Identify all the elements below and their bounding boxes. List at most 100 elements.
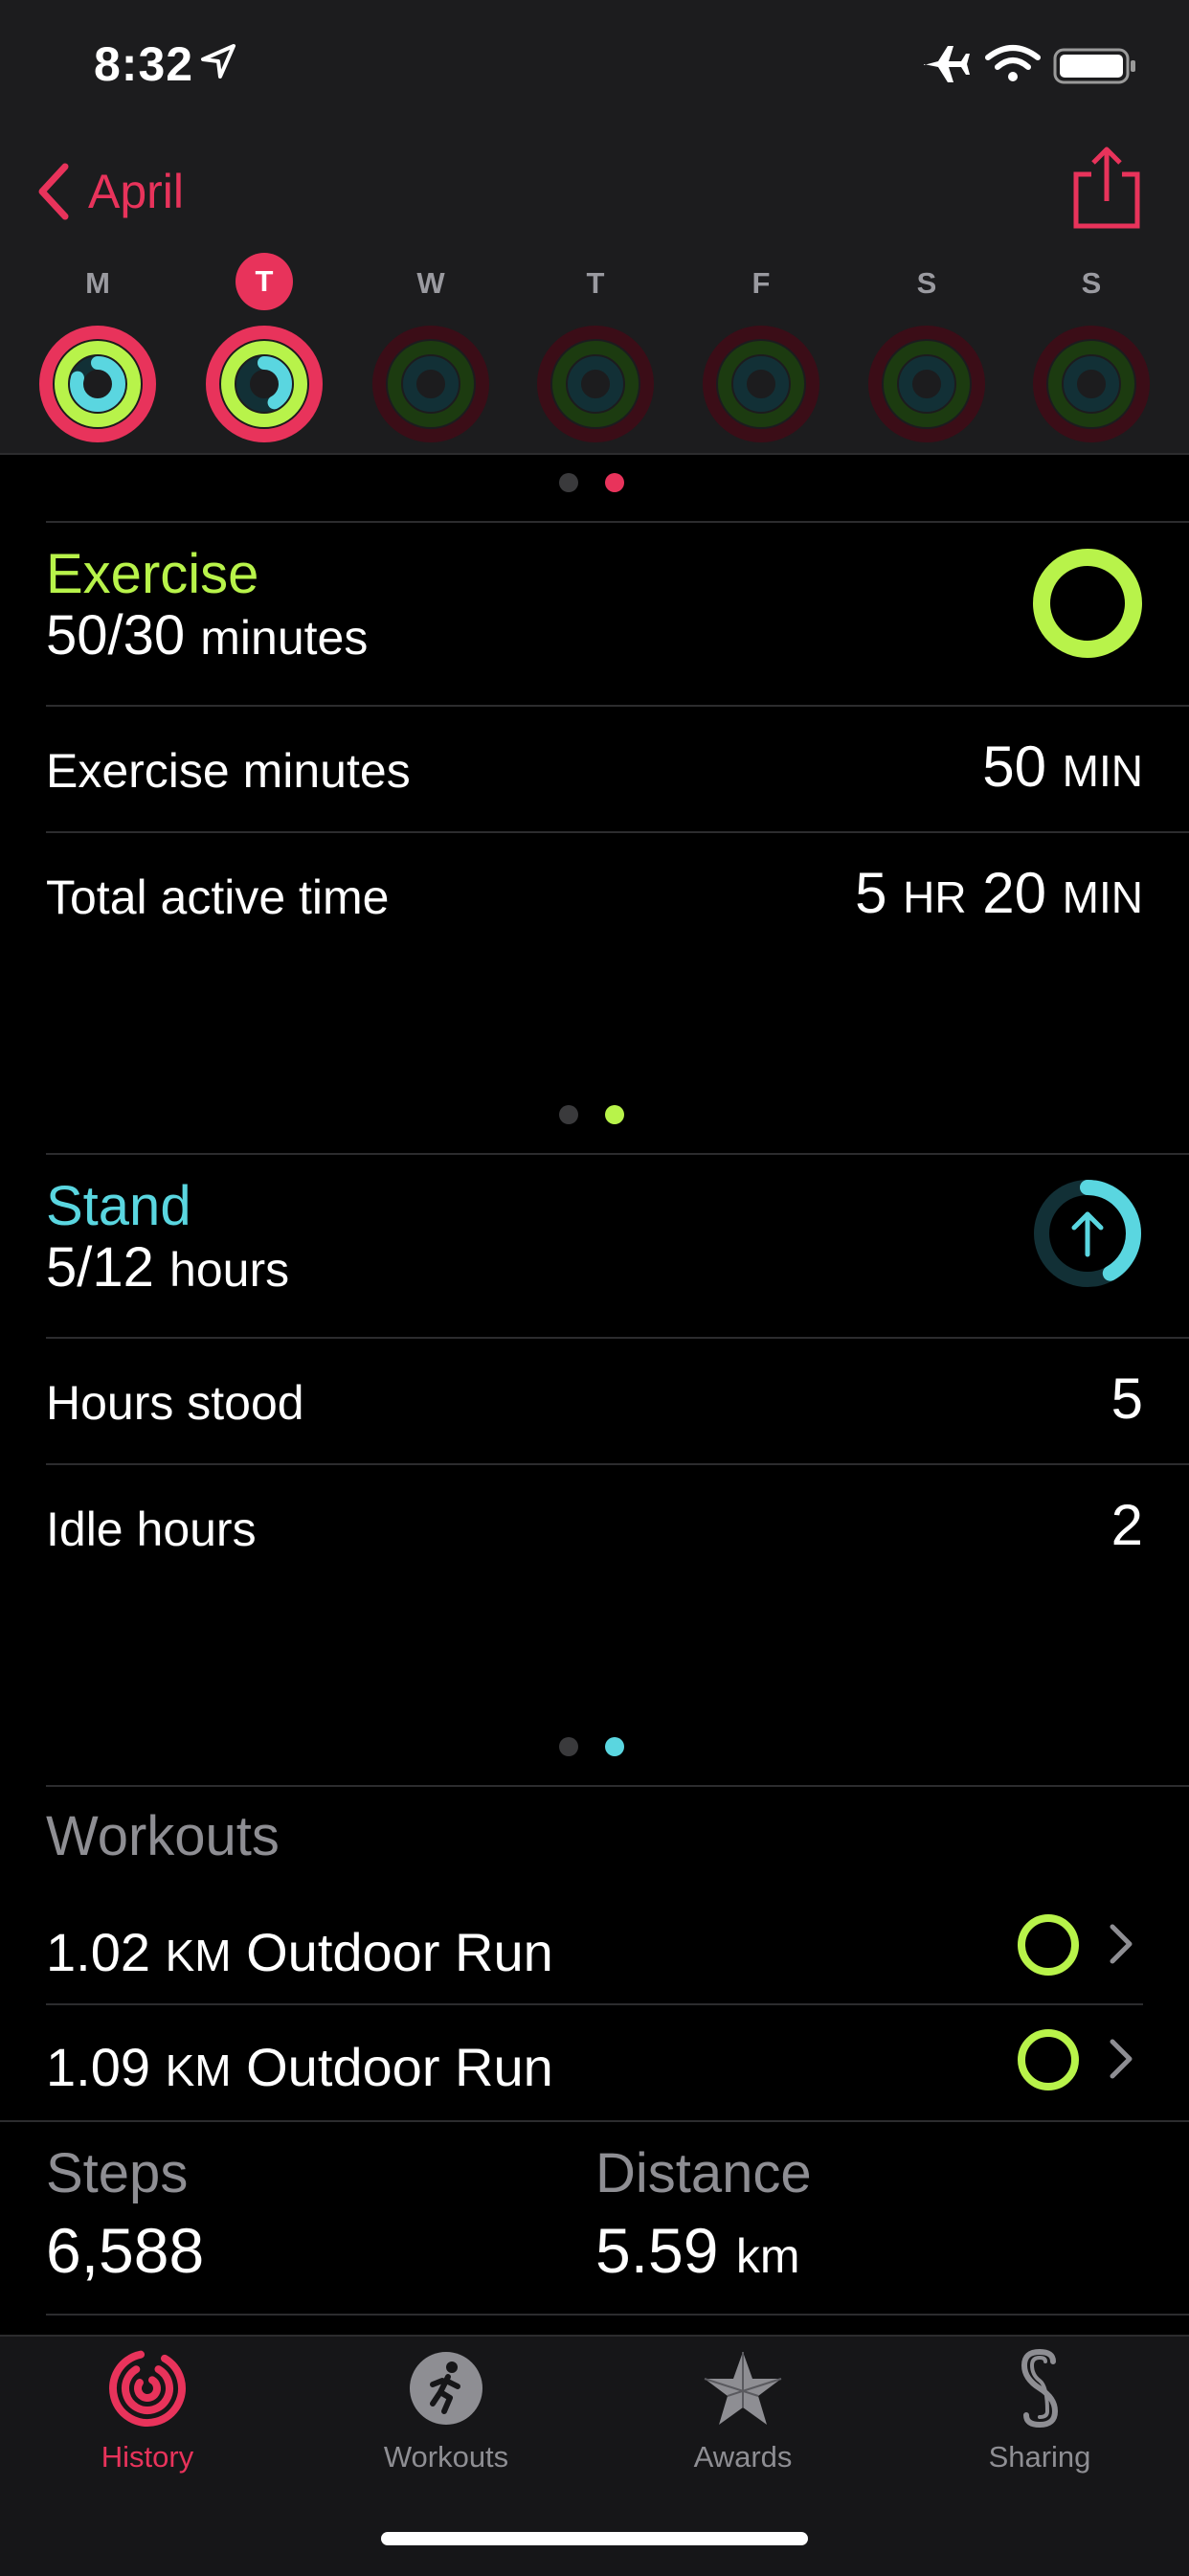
exercise-progress-value: 50/30 — [46, 604, 186, 667]
workout-row[interactable]: 1.09 KM Outdoor Run — [0, 2007, 1189, 2118]
hours-stood-label: Hours stood — [46, 1376, 304, 1430]
exercise-minutes-unit: MIN — [1062, 746, 1143, 796]
tab-workouts-label: Workouts — [383, 2440, 509, 2474]
active-minutes-number: 20 — [982, 861, 1046, 925]
stand-title: Stand — [46, 1175, 191, 1237]
runner-icon — [410, 2352, 482, 2425]
divider — [0, 2120, 1189, 2122]
exercise-minutes-value: 50 MIN — [982, 734, 1143, 800]
battery-icon — [1053, 48, 1135, 84]
chevron-left-icon — [38, 163, 69, 220]
tab-awards[interactable]: Awards — [628, 2348, 858, 2474]
workout-row[interactable]: 1.02 KM Outdoor Run — [0, 1888, 1189, 2000]
idle-hours-label: Idle hours — [46, 1503, 257, 1556]
status-icons — [924, 45, 1135, 84]
stand-pager[interactable] — [559, 1737, 624, 1756]
tab-sharing[interactable]: Sharing — [925, 2348, 1155, 2474]
idle-hours-value: 2 — [1110, 1493, 1143, 1557]
exercise-minutes-number: 50 — [982, 734, 1046, 799]
active-minutes-unit: MIN — [1062, 872, 1143, 922]
airplane-icon — [924, 46, 970, 82]
pager-dot — [559, 1105, 578, 1124]
chevron-right-icon — [1110, 1924, 1133, 1964]
tab-awards-label: Awards — [693, 2440, 793, 2474]
day-ring-saturday[interactable] — [867, 325, 986, 443]
day-label[interactable]: F — [718, 266, 804, 301]
day-ring-friday[interactable] — [702, 325, 820, 443]
star-award-icon — [704, 2352, 782, 2425]
stand-progress: 5/12 hours — [46, 1235, 289, 1299]
location-arrow-icon — [201, 44, 236, 79]
pager-dot — [559, 473, 578, 492]
distance-value: 5.59 km — [595, 2214, 799, 2287]
day-label[interactable]: T — [236, 253, 293, 310]
stand-ring-icon — [1034, 1180, 1141, 1287]
day-label[interactable]: W — [388, 266, 474, 301]
pager-dot-active — [605, 473, 624, 492]
workouts-title: Workouts — [46, 1805, 280, 1867]
divider — [46, 831, 1189, 833]
exercise-progress-unit: minutes — [200, 611, 369, 665]
divider — [46, 1463, 1189, 1465]
workout-name: Outdoor Run — [246, 1922, 553, 1982]
day-ring-sunday[interactable] — [1032, 325, 1151, 443]
exercise-pager[interactable] — [559, 1105, 624, 1124]
steps-value: 6,588 — [46, 2215, 205, 2286]
tab-history[interactable]: History — [33, 2348, 262, 2474]
stand-progress-unit: hours — [169, 1243, 290, 1297]
active-hours-number: 5 — [855, 861, 887, 925]
sharing-icon — [1021, 2348, 1059, 2429]
share-icon[interactable] — [1070, 146, 1143, 230]
hours-stood-value: 5 — [1110, 1367, 1143, 1431]
pager-dot-active — [605, 1737, 624, 1756]
workout-distance: 1.02 — [46, 1922, 150, 1982]
pager-dot — [559, 1737, 578, 1756]
stand-progress-value: 5/12 — [46, 1236, 154, 1299]
tab-history-label: History — [101, 2440, 194, 2474]
workout-name: Outdoor Run — [246, 2037, 553, 2097]
total-active-time-label: Total active time — [46, 870, 390, 924]
chevron-right-icon — [1110, 2039, 1133, 2079]
distance-number: 5.59 — [595, 2215, 719, 2286]
day-ring-thursday[interactable] — [536, 325, 655, 443]
divider — [46, 2003, 1143, 2005]
workout-label: 1.02 KM Outdoor Run — [46, 1921, 553, 1983]
divider — [46, 1153, 1189, 1155]
tab-sharing-label: Sharing — [988, 2440, 1091, 2474]
workout-unit: KM — [165, 1931, 232, 1980]
day-label[interactable]: S — [1048, 266, 1134, 301]
day-label[interactable]: T — [552, 266, 639, 301]
workout-label: 1.09 KM Outdoor Run — [46, 2036, 553, 2098]
pager-dot-active — [605, 1105, 624, 1124]
workout-distance: 1.09 — [46, 2037, 150, 2097]
divider — [46, 1785, 1189, 1787]
back-button[interactable]: April — [34, 157, 184, 226]
distance-unit: km — [735, 2229, 800, 2283]
header-divider — [0, 453, 1189, 455]
wifi-icon — [985, 45, 1041, 81]
steps-label: Steps — [46, 2142, 189, 2204]
home-indicator — [381, 2532, 808, 2545]
workout-ring-icon — [1018, 2029, 1079, 2090]
day-ring-wednesday[interactable] — [371, 325, 490, 443]
day-label[interactable]: S — [884, 266, 970, 301]
day-ring-monday[interactable] — [38, 325, 157, 443]
active-hours-unit: HR — [903, 872, 967, 922]
workout-ring-icon — [1018, 1914, 1079, 1976]
history-rings-icon — [109, 2350, 186, 2427]
total-active-time-value: 5 HR 20 MIN — [855, 860, 1143, 926]
status-time: 8:32 — [94, 37, 194, 91]
back-label: April — [88, 165, 185, 218]
exercise-progress: 50/30 minutes — [46, 603, 368, 667]
day-ring-tuesday[interactable] — [205, 325, 324, 443]
distance-label: Distance — [595, 2142, 812, 2204]
workout-unit: KM — [165, 2045, 232, 2095]
exercise-title: Exercise — [46, 543, 259, 605]
exercise-ring-icon — [1033, 549, 1142, 658]
exercise-minutes-label: Exercise minutes — [46, 744, 411, 798]
divider — [46, 521, 1189, 523]
day-label[interactable]: M — [55, 266, 141, 301]
divider — [46, 705, 1189, 707]
tab-workouts[interactable]: Workouts — [331, 2348, 561, 2474]
move-pager[interactable] — [559, 473, 624, 492]
